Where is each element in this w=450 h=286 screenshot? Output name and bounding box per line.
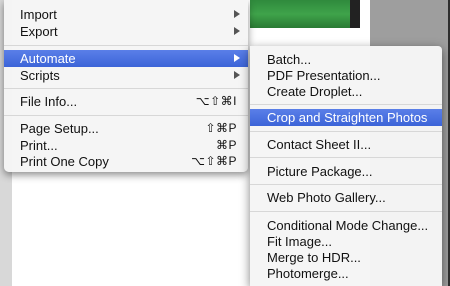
submenu-item-fit-image[interactable]: Fit Image... — [250, 233, 442, 250]
menu-separator — [250, 211, 442, 212]
menu-item-label: Merge to HDR... — [267, 250, 361, 265]
menu-separator — [250, 157, 442, 158]
automate-submenu: Batch... PDF Presentation... Create Drop… — [250, 46, 442, 286]
menu-shortcut: ⌘P — [215, 138, 237, 152]
menu-separator — [4, 88, 248, 89]
menu-item-label: Export — [20, 24, 58, 39]
submenu-item-web-photo-gallery[interactable]: Web Photo Gallery... — [250, 189, 442, 206]
menu-item-label: Automate — [20, 51, 76, 66]
photo-thumbnail — [250, 0, 350, 28]
menu-item-automate[interactable]: Automate — [4, 50, 248, 67]
menu-item-label: Scripts — [20, 68, 60, 83]
menu-item-label: Picture Package... — [267, 164, 373, 179]
menu-separator — [250, 184, 442, 185]
menu-item-label: Conditional Mode Change... — [267, 218, 429, 233]
submenu-item-picture-package[interactable]: Picture Package... — [250, 163, 442, 180]
menu-item-export[interactable]: Export — [4, 23, 248, 40]
submenu-item-merge-to-hdr[interactable]: Merge to HDR... — [250, 249, 442, 266]
menu-shortcut: ⌥⇧⌘P — [191, 154, 237, 168]
submenu-item-conditional-mode-change[interactable]: Conditional Mode Change... — [250, 217, 442, 234]
submenu-item-pdf-presentation[interactable]: PDF Presentation... — [250, 67, 442, 84]
submenu-arrow-icon — [234, 10, 240, 18]
menu-separator — [4, 45, 248, 46]
menu-separator — [250, 104, 442, 105]
menu-item-label: File Info... — [20, 94, 78, 109]
menu-item-label: Photomerge... — [267, 266, 349, 281]
menu-item-print[interactable]: Print... ⌘P — [4, 137, 248, 154]
submenu-item-crop-and-straighten[interactable]: Crop and Straighten Photos — [250, 109, 442, 126]
submenu-item-batch[interactable]: Batch... — [250, 51, 442, 68]
photo-edge — [350, 0, 360, 28]
menu-item-label: Batch... — [267, 52, 312, 67]
menu-item-print-one-copy[interactable]: Print One Copy ⌥⇧⌘P — [4, 153, 248, 170]
menu-item-label: Crop and Straighten Photos — [267, 110, 428, 125]
menu-item-label: Web Photo Gallery... — [267, 190, 386, 205]
menu-item-label: Contact Sheet II... — [267, 137, 372, 152]
menu-item-label: Import — [20, 7, 57, 22]
menu-item-scripts[interactable]: Scripts — [4, 67, 248, 84]
submenu-item-photomerge[interactable]: Photomerge... — [250, 265, 442, 282]
submenu-arrow-icon — [234, 54, 240, 62]
submenu-item-contact-sheet[interactable]: Contact Sheet II... — [250, 136, 442, 153]
submenu-item-create-droplet[interactable]: Create Droplet... — [250, 83, 442, 100]
menu-shortcut: ⇧⌘P — [205, 121, 237, 135]
menu-item-label: Print... — [20, 138, 58, 153]
menu-shortcut: ⌥⇧⌘I — [195, 94, 237, 108]
submenu-arrow-icon — [234, 27, 240, 35]
menu-item-label: PDF Presentation... — [267, 68, 381, 83]
submenu-arrow-icon — [234, 71, 240, 79]
menu-item-label: Print One Copy — [20, 154, 109, 169]
menu-item-label: Fit Image... — [267, 234, 333, 249]
file-menu: Import Export Automate Scripts File Info… — [4, 0, 248, 172]
menu-separator — [4, 115, 248, 116]
menu-item-file-info[interactable]: File Info... ⌥⇧⌘I — [4, 93, 248, 110]
menu-item-page-setup[interactable]: Page Setup... ⇧⌘P — [4, 120, 248, 137]
menu-item-label: Page Setup... — [20, 121, 99, 136]
menu-item-import[interactable]: Import — [4, 6, 248, 23]
menu-separator — [250, 131, 442, 132]
menu-item-label: Create Droplet... — [267, 84, 363, 99]
